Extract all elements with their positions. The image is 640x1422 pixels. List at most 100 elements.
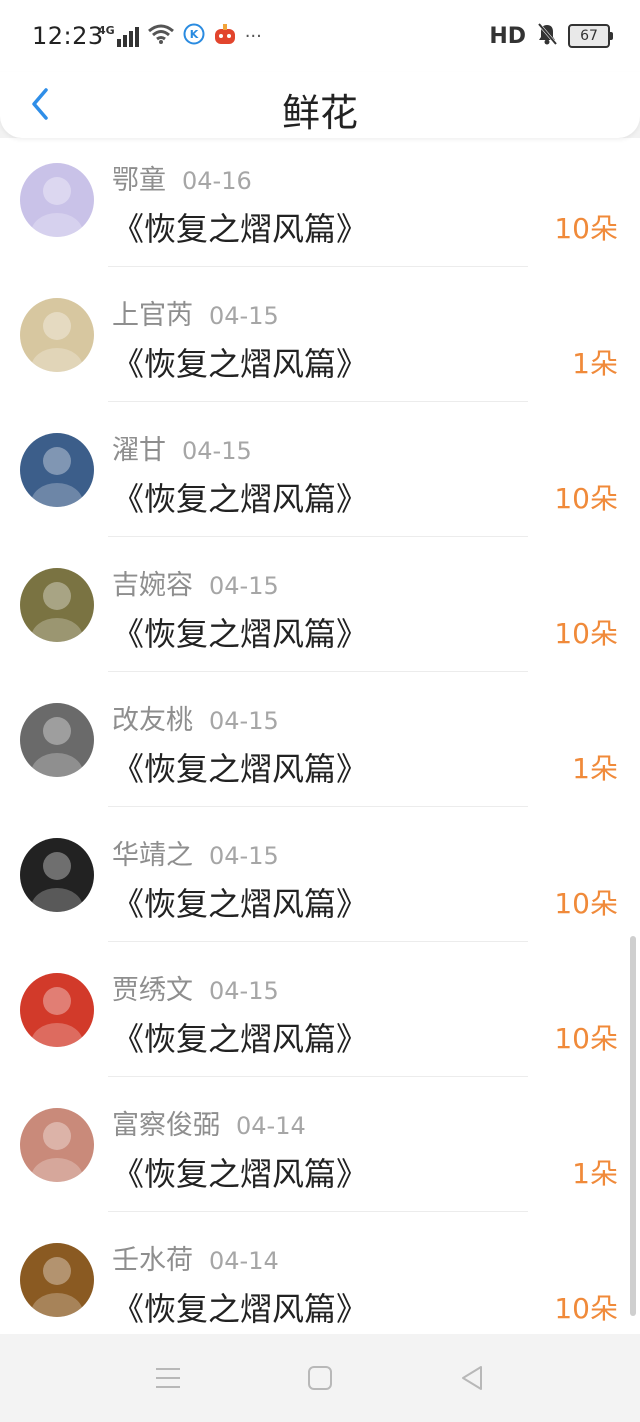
gift-date: 04-15 [209,707,279,735]
gift-date: 04-15 [209,572,279,600]
list-item[interactable]: 吉婉容 04-15 《恢复之熠风篇》 10朵 [0,536,640,671]
book-title: 《恢复之熠风篇》 [112,1020,369,1058]
hd-indicator: HD [489,23,526,49]
sender-name: 鄂童 [112,165,166,196]
sender-name-line: 改友桃 04-15 [112,698,279,737]
mute-icon [536,22,558,50]
sender-name-line: 贾绣文 04-15 [112,968,279,1007]
sender-name-line: 华靖之 04-15 [112,833,279,872]
header: 鲜花 [0,72,640,138]
sender-name: 改友桃 [112,705,193,736]
row-divider [108,671,528,672]
gift-date: 04-15 [209,977,279,1005]
avatar[interactable] [20,298,94,372]
sender-name-line: 上官芮 04-15 [112,293,279,332]
avatar[interactable] [20,163,94,237]
avatar[interactable] [20,433,94,507]
battery-level: 67 [580,28,598,44]
signal-icon: 4G [98,25,139,47]
gift-date: 04-14 [236,1112,306,1140]
sender-name: 濯甘 [112,435,166,466]
avatar[interactable] [20,568,94,642]
row-divider [108,806,528,807]
sender-name: 华靖之 [112,840,193,871]
avatar-image [20,163,94,237]
scrollbar[interactable] [630,936,636,1316]
sender-name: 贾绣文 [112,975,193,1006]
flower-count: 1朵 [572,1157,618,1190]
avatar-image [20,838,94,912]
sender-name-line: 濯甘 04-15 [112,428,252,467]
k-app-icon: K [183,23,205,49]
avatar-image [20,703,94,777]
status-bar: 12:23 4G K ··· HD 67 [0,0,640,72]
sender-name-line: 壬水荷 04-14 [112,1238,279,1277]
list-item[interactable]: 华靖之 04-15 《恢复之熠风篇》 10朵 [0,806,640,941]
svg-text:K: K [189,28,198,41]
avatar[interactable] [20,1243,94,1317]
avatar-image [20,1108,94,1182]
avatar-image [20,973,94,1047]
sender-name-line: 鄂童 04-16 [112,158,252,197]
avatar-image [20,298,94,372]
book-title: 《恢复之熠风篇》 [112,480,369,518]
book-title: 《恢复之熠风篇》 [112,615,369,653]
list-item[interactable]: 濯甘 04-15 《恢复之熠风篇》 10朵 [0,401,640,536]
home-button[interactable] [300,1358,340,1398]
sender-name: 吉婉容 [112,570,193,601]
battery-icon: 67 [568,24,613,48]
network-type: 4G [98,24,115,37]
flower-count: 1朵 [572,347,618,380]
list-item[interactable]: 上官芮 04-15 《恢复之熠风篇》 1朵 [0,266,640,401]
avatar[interactable] [20,973,94,1047]
menu-icon [156,1368,180,1388]
menu-button[interactable] [148,1358,188,1398]
app-notification-icon [213,23,237,49]
wifi-icon [147,23,175,49]
gift-date: 04-14 [209,1247,279,1275]
flower-count: 10朵 [554,1292,618,1325]
flower-list[interactable]: 鄂童 04-16 《恢复之熠风篇》 10朵 上官芮 04-15 《恢复之熠风篇》 1朵 濯甘 04… [0,138,640,1334]
home-square-icon [308,1366,332,1390]
avatar[interactable] [20,703,94,777]
row-divider [108,266,528,267]
book-title: 《恢复之熠风篇》 [112,885,369,923]
page-title: 鲜花 [281,91,358,135]
flower-count: 10朵 [554,212,618,245]
list-item[interactable]: 壬水荷 04-14 《恢复之熠风篇》 10朵 [0,1211,640,1334]
flower-count: 10朵 [554,1022,618,1055]
back-nav-button[interactable] [452,1358,492,1398]
avatar[interactable] [20,1108,94,1182]
status-time: 12:23 [32,22,104,50]
sender-name-line: 吉婉容 04-15 [112,563,279,602]
gift-date: 04-15 [209,302,279,330]
row-divider [108,1076,528,1077]
list-item[interactable]: 富察俊弼 04-14 《恢复之熠风篇》 1朵 [0,1076,640,1211]
avatar-image [20,568,94,642]
avatar-image [20,433,94,507]
flower-count: 10朵 [554,482,618,515]
triangle-back-icon [462,1366,482,1390]
sender-name: 上官芮 [112,300,193,331]
row-divider [108,401,528,402]
gift-date: 04-16 [182,167,252,195]
gift-date: 04-15 [209,842,279,870]
gift-date: 04-15 [182,437,252,465]
sender-name: 富察俊弼 [112,1110,220,1141]
status-icons-left: 4G K ··· [98,22,262,50]
flower-count: 1朵 [572,752,618,785]
avatar[interactable] [20,838,94,912]
book-title: 《恢复之熠风篇》 [112,210,369,248]
list-item[interactable]: 鄂童 04-16 《恢复之熠风篇》 10朵 [0,138,640,266]
flower-list-inner: 鄂童 04-16 《恢复之熠风篇》 10朵 上官芮 04-15 《恢复之熠风篇》 1朵 濯甘 04… [0,138,640,1334]
more-notifications-icon: ··· [244,25,262,47]
row-divider [108,536,528,537]
book-title: 《恢复之熠风篇》 [112,345,369,383]
flower-count: 10朵 [554,617,618,650]
book-title: 《恢复之熠风篇》 [112,1290,369,1328]
row-divider [108,1211,528,1212]
list-item[interactable]: 贾绣文 04-15 《恢复之熠风篇》 10朵 [0,941,640,1076]
book-title: 《恢复之熠风篇》 [112,1155,369,1193]
list-item[interactable]: 改友桃 04-15 《恢复之熠风篇》 1朵 [0,671,640,806]
flower-count: 10朵 [554,887,618,920]
